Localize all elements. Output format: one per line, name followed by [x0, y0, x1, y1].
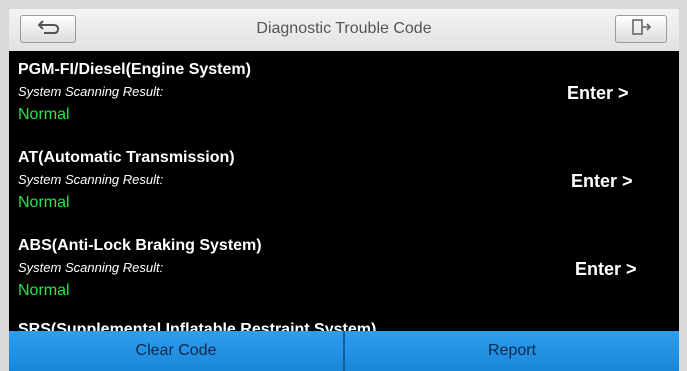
enter-button[interactable]: Enter > — [567, 83, 629, 104]
scan-result-label: System Scanning Result: — [18, 260, 164, 275]
exit-door-icon — [630, 18, 652, 41]
clear-code-button[interactable]: Clear Code — [9, 331, 343, 371]
page-title: Diagnostic Trouble Code — [256, 20, 432, 37]
status-value: Normal — [18, 282, 70, 299]
enter-button[interactable]: Enter > — [571, 171, 633, 192]
system-name: ABS(Anti-Lock Braking System) — [18, 237, 262, 254]
system-name: AT(Automatic Transmission) — [18, 149, 235, 166]
system-row-engine[interactable]: PGM-FI/Diesel(Engine System) System Scan… — [9, 61, 679, 149]
exit-button[interactable] — [615, 15, 667, 43]
screen: Diagnostic Trouble Code PGM-FI/Diesel(En… — [9, 9, 679, 371]
title-bar: Diagnostic Trouble Code — [9, 9, 679, 51]
scan-result-label: System Scanning Result: — [18, 172, 164, 187]
system-name: PGM-FI/Diesel(Engine System) — [18, 61, 251, 78]
system-row-abs[interactable]: ABS(Anti-Lock Braking System) System Sca… — [9, 237, 679, 325]
system-row-transmission[interactable]: AT(Automatic Transmission) System Scanni… — [9, 149, 679, 237]
status-value: Normal — [18, 194, 70, 211]
report-button[interactable]: Report — [345, 331, 679, 371]
enter-button[interactable]: Enter > — [575, 259, 637, 280]
action-bar: Clear Code Report — [9, 331, 679, 371]
scan-result-label: System Scanning Result: — [18, 84, 164, 99]
status-value: Normal — [18, 106, 70, 123]
